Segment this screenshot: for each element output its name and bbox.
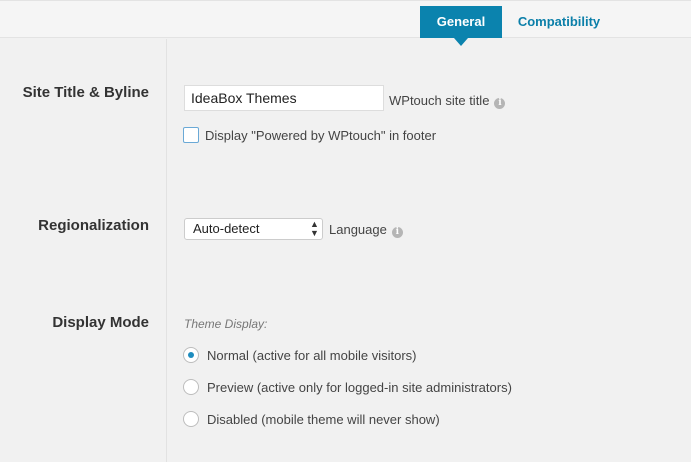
site-title-label-text: WPtouch site title: [389, 93, 490, 108]
language-field-label: Language i: [329, 222, 403, 238]
site-title-field-label: WPtouch site title i: [389, 93, 506, 109]
radio-normal-label[interactable]: Normal (active for all mobile visitors): [207, 348, 417, 363]
section-label-site-title: Site Title & Byline: [22, 84, 149, 101]
tab-bar: General Compatibility: [0, 0, 691, 46]
radio-normal[interactable]: [183, 347, 199, 363]
up-down-arrows-icon: ▲ ▼: [310, 219, 319, 238]
language-label-text: Language: [329, 222, 387, 237]
radio-preview[interactable]: [183, 379, 199, 395]
info-icon[interactable]: i: [391, 227, 403, 238]
radio-preview-label[interactable]: Preview (active only for logged-in site …: [207, 380, 512, 395]
tab-compatibility[interactable]: Compatibility: [509, 6, 609, 38]
info-icon[interactable]: i: [494, 98, 506, 109]
section-label-regionalization: Regionalization: [38, 217, 149, 234]
powered-by-checkbox-label[interactable]: Display "Powered by WPtouch" in footer: [205, 128, 436, 143]
language-select-value: Auto-detect: [193, 221, 260, 236]
tab-general[interactable]: General: [420, 6, 502, 46]
powered-by-checkbox[interactable]: [183, 127, 199, 143]
column-divider: [166, 39, 167, 462]
radio-disabled[interactable]: [183, 411, 199, 427]
theme-display-label: Theme Display:: [184, 317, 268, 331]
radio-disabled-label[interactable]: Disabled (mobile theme will never show): [207, 412, 440, 427]
language-select[interactable]: Auto-detect ▲ ▼: [184, 218, 323, 240]
site-title-input[interactable]: [184, 85, 384, 111]
section-label-display-mode: Display Mode: [52, 314, 149, 331]
